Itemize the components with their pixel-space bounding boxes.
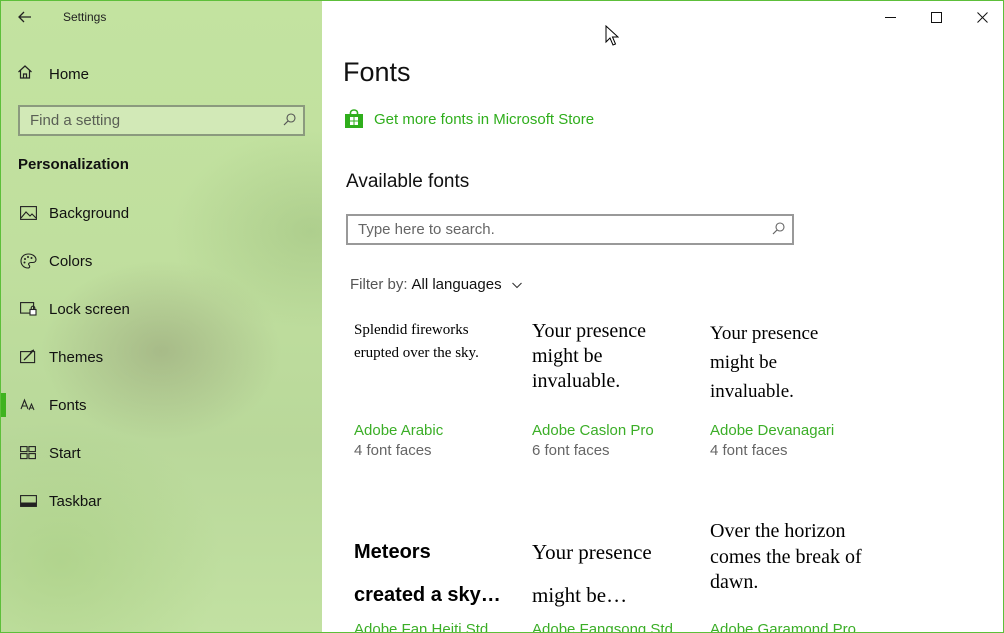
filter-value[interactable]: All languages — [412, 276, 502, 293]
sidebar-item-fonts[interactable]: Fonts — [1, 381, 322, 429]
maximize-icon — [930, 11, 942, 23]
find-setting-input[interactable]: Find a setting — [30, 112, 275, 129]
home-icon — [17, 64, 37, 84]
font-faces: 4 font faces — [710, 442, 788, 459]
font-name[interactable]: Adobe Fan Heiti Std — [354, 621, 488, 632]
search-icon[interactable] — [764, 221, 792, 238]
font-tile-adobe-garamond-pro[interactable]: Over the horizon comes the break of dawn… — [710, 519, 880, 632]
sidebar: Settings Home Find a setting Personaliza… — [1, 1, 322, 632]
font-sample: Your presence might be invaluable. — [532, 320, 647, 392]
sidebar-item-colors[interactable]: Colors — [1, 237, 322, 285]
sidebar-item-start[interactable]: Start — [1, 429, 322, 477]
find-setting-search[interactable]: Find a setting — [18, 105, 305, 136]
picture-icon — [18, 204, 38, 222]
font-sample: Your presence might be… — [532, 540, 652, 607]
sidebar-item-label: Start — [49, 444, 81, 462]
font-search-box[interactable]: Type here to search. — [346, 214, 794, 245]
home-label: Home — [49, 65, 90, 83]
sidebar-item-themes[interactable]: Themes — [1, 333, 322, 381]
start-icon — [18, 444, 38, 462]
minimize-button[interactable] — [867, 1, 913, 33]
font-sample: Over the horizon comes the break of dawn… — [710, 520, 862, 593]
title-bar: Settings — [1, 1, 322, 33]
store-bag-icon — [345, 109, 363, 128]
font-name[interactable]: Adobe Devanagari — [710, 422, 834, 439]
lock-screen-icon — [18, 300, 38, 318]
sidebar-item-label: Colors — [49, 252, 93, 270]
search-icon[interactable] — [275, 112, 303, 129]
sidebar-item-label: Background — [49, 204, 130, 222]
sidebar-item-label: Lock screen — [49, 300, 130, 318]
filter-label: Filter by: — [350, 276, 408, 293]
app-title: Settings — [63, 10, 107, 24]
brush-icon — [18, 348, 38, 366]
chevron-down-icon[interactable] — [511, 280, 522, 290]
sidebar-nav: Background Colors Lock screen Themes Fon… — [1, 189, 322, 525]
available-fonts-heading: Available fonts — [346, 171, 470, 192]
microsoft-store-link[interactable]: Get more fonts in Microsoft Store — [344, 109, 594, 129]
font-faces: 6 font faces — [532, 442, 610, 459]
settings-window: Settings Home Find a setting Personaliza… — [0, 0, 1004, 633]
back-button[interactable] — [1, 1, 49, 33]
home-nav-item[interactable]: Home — [17, 59, 89, 89]
font-faces: 4 font faces — [354, 442, 432, 459]
font-sample: Your presence might be invaluable. — [710, 323, 819, 402]
font-tile-adobe-arabic[interactable]: Splendid fireworks erupted over the sky.… — [354, 319, 524, 459]
sidebar-item-taskbar[interactable]: Taskbar — [1, 477, 322, 525]
section-title: Personalization — [18, 156, 129, 173]
font-icon — [18, 396, 38, 414]
minimize-icon — [884, 16, 896, 18]
font-name[interactable]: Adobe Caslon Pro — [532, 422, 654, 439]
language-filter[interactable]: Filter by: All languages — [350, 276, 522, 293]
font-name[interactable]: Adobe Garamond Pro — [710, 621, 856, 632]
palette-icon — [18, 252, 38, 270]
font-tile-adobe-fan-heiti-std[interactable]: Meteors created a sky… Adobe Fan Heiti S… — [354, 531, 524, 632]
font-name[interactable]: Adobe Fangsong Std — [532, 621, 673, 632]
font-tile-adobe-caslon-pro[interactable]: Your presence might be invaluable. Adobe… — [532, 319, 702, 459]
back-arrow-icon — [18, 11, 31, 23]
sidebar-item-label: Themes — [49, 348, 104, 366]
font-search-input[interactable]: Type here to search. — [358, 221, 764, 238]
sidebar-item-label: Taskbar — [49, 492, 102, 510]
font-name[interactable]: Adobe Arabic — [354, 422, 443, 439]
main-content: Fonts Get more fonts in Microsoft Store … — [322, 1, 1003, 632]
sidebar-item-background[interactable]: Background — [1, 189, 322, 237]
close-button[interactable] — [959, 1, 1003, 33]
maximize-button[interactable] — [913, 1, 959, 33]
page-title: Fonts — [343, 57, 411, 87]
taskbar-icon — [18, 492, 38, 510]
sidebar-item-label: Fonts — [49, 396, 87, 414]
font-sample: Meteors created a sky… — [354, 541, 501, 606]
store-link-text[interactable]: Get more fonts in Microsoft Store — [374, 111, 594, 128]
font-tile-adobe-fangsong-std[interactable]: Your presence might be… Adobe Fangsong S… — [532, 531, 702, 632]
font-sample: Splendid fireworks erupted over the sky. — [354, 322, 479, 361]
close-icon — [976, 11, 988, 23]
sidebar-item-lock-screen[interactable]: Lock screen — [1, 285, 322, 333]
caption-buttons — [867, 1, 1003, 33]
font-tile-adobe-devanagari[interactable]: Your presence might be invaluable. Adobe… — [710, 319, 880, 459]
mouse-cursor-icon — [605, 25, 619, 46]
